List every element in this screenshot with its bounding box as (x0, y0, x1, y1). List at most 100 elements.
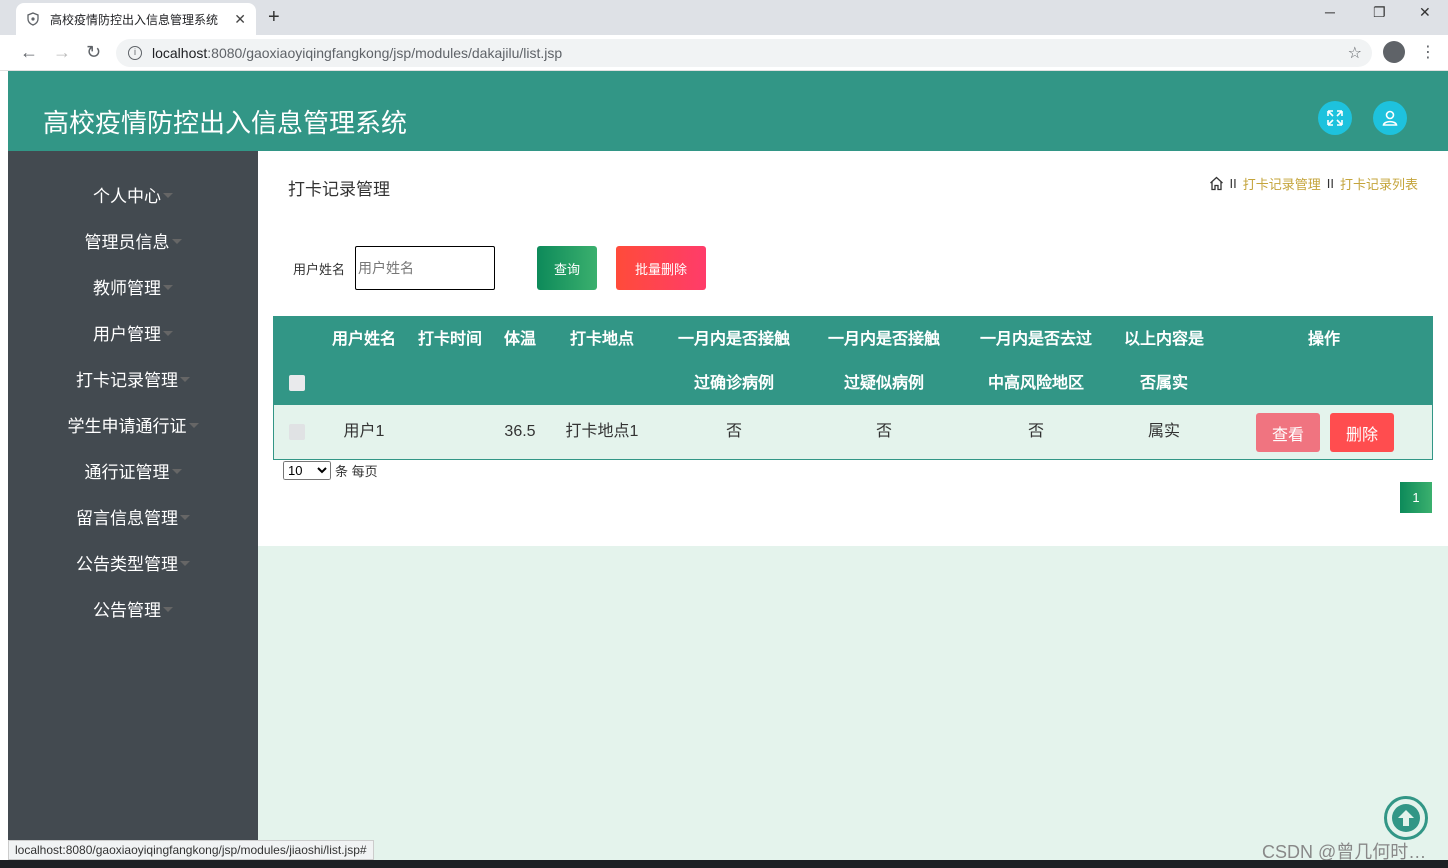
sidebar-item-user-management[interactable]: 用户管理 (8, 317, 258, 347)
header-truthful: 以上内容是 否属实 (1123, 329, 1204, 392)
header-user-name: 用户姓名 (331, 329, 396, 348)
select-all-checkbox[interactable] (289, 375, 305, 391)
header-location: 打卡地点 (569, 329, 634, 348)
sidebar-item-teacher-management[interactable]: 教师管理 (8, 271, 258, 301)
breadcrumb-separator: II (1326, 176, 1334, 191)
caret-down-icon (180, 376, 190, 382)
header-checkin-time: 打卡时间 (417, 329, 482, 348)
sidebar-item-personal-center[interactable]: 个人中心 (8, 179, 258, 209)
sidebar-item-notice-management[interactable]: 公告管理 (8, 593, 258, 623)
sidebar-item-checkin-records[interactable]: 打卡记录管理 (8, 363, 258, 393)
search-label: 用户姓名 (293, 262, 346, 277)
browser-menu-icon[interactable]: ⋮ (1420, 42, 1436, 62)
close-window-icon[interactable]: ✕ (1419, 4, 1431, 21)
sidebar-item-label: 公告管理 (93, 600, 161, 620)
forward-icon[interactable]: → (53, 42, 71, 63)
checkin-records-table: 用户姓名 打卡时间 体温 打卡地点 一月内是否接触 过确诊病例 一月内是否接触 过疑… (273, 316, 1433, 460)
address-bar[interactable]: i localhost:8080/gaoxiaoyiqingfangkong/j… (116, 39, 1372, 67)
cell-user-name: 用户1 (343, 423, 385, 440)
cell-risk-area: 否 (1027, 423, 1044, 440)
page-number-button[interactable]: 1 (1400, 482, 1432, 513)
app-title: 高校疫情防控出入信息管理系统 (43, 108, 408, 138)
back-to-top-button[interactable] (1384, 796, 1428, 840)
breadcrumb-separator: II (1229, 176, 1237, 191)
profile-avatar-icon[interactable] (1383, 41, 1405, 63)
header-contact-confirmed: 一月内是否接触 过确诊病例 (677, 329, 790, 392)
cell-contact-suspected: 否 (875, 423, 892, 440)
new-tab-icon[interactable]: + (268, 6, 280, 29)
url-path: :8080/gaoxiaoyiqingfangkong/jsp/modules/… (207, 45, 563, 61)
sidebar-item-message-management[interactable]: 留言信息管理 (8, 501, 258, 531)
table-row: 用户1 36.5 打卡地点1 否 否 否 属实 查看 删除 (274, 405, 1432, 459)
tab-title: 高校疫情防控出入信息管理系统 (50, 12, 219, 27)
sidebar-item-label: 通行证管理 (84, 462, 170, 482)
caret-down-icon (180, 560, 190, 566)
sidebar-item-notice-type-management[interactable]: 公告类型管理 (8, 547, 258, 577)
sidebar-item-label: 用户管理 (93, 324, 161, 344)
caret-down-icon (171, 468, 182, 474)
caret-down-icon (180, 514, 190, 520)
sidebar: 个人中心 管理员信息 教师管理 用户管理 打卡记录管理 学生申请通行证 通行证管… (8, 151, 258, 868)
caret-down-icon (163, 606, 173, 612)
caret-down-icon (163, 192, 173, 198)
breadcrumb: II 打卡记录管理 II 打卡记录列表 (1209, 174, 1418, 193)
sidebar-item-label: 打卡记录管理 (76, 370, 178, 390)
header-actions: 操作 (1307, 329, 1340, 348)
query-button[interactable]: 查询 (537, 246, 597, 290)
sidebar-item-student-pass-application[interactable]: 学生申请通行证 (8, 409, 258, 439)
page-size-select[interactable]: 10 (283, 461, 331, 480)
bookmark-star-icon[interactable]: ☆ (1348, 43, 1362, 63)
browser-tab-bar: 高校疫情防控出入信息管理系统 ✕ + ─ ❐ ✕ (0, 0, 1448, 35)
home-icon[interactable] (1209, 176, 1224, 191)
user-menu-button[interactable] (1373, 101, 1407, 135)
page-size-suffix: 条 每页 (335, 464, 378, 479)
url-host: localhost (152, 45, 208, 61)
breadcrumb-item[interactable]: 打卡记录列表 (1340, 174, 1418, 193)
cell-contact-confirmed: 否 (725, 423, 742, 440)
page-size-control: 10 条 每页 (283, 461, 378, 480)
browser-toolbar: ← → ↻ i localhost:8080/gaoxiaoyiqingfang… (0, 35, 1448, 71)
tab-close-icon[interactable]: ✕ (234, 11, 246, 28)
status-bar-url: localhost:8080/gaoxiaoyiqingfangkong/jsp… (8, 840, 374, 860)
view-button[interactable]: 查看 (1256, 413, 1320, 452)
cell-location: 打卡地点1 (565, 423, 639, 440)
cell-truthful: 属实 (1147, 423, 1180, 440)
table-header: 用户姓名 打卡时间 体温 打卡地点 一月内是否接触 过确诊病例 一月内是否接触 过疑… (274, 317, 1432, 405)
username-search-input[interactable] (355, 246, 495, 290)
cell-temperature: 36.5 (504, 423, 536, 440)
delete-button[interactable]: 删除 (1330, 413, 1394, 452)
caret-down-icon (163, 284, 173, 290)
fullscreen-button[interactable] (1318, 101, 1352, 135)
sidebar-item-label: 学生申请通行证 (67, 416, 187, 436)
batch-delete-button[interactable]: 批量删除 (616, 246, 706, 290)
sidebar-item-label: 教师管理 (93, 278, 161, 298)
caret-down-icon (163, 330, 173, 336)
shield-icon (27, 12, 39, 26)
app-header: 高校疫情防控出入信息管理系统 (8, 71, 1448, 151)
caret-down-icon (171, 238, 182, 244)
info-icon[interactable]: i (128, 46, 142, 60)
restore-icon[interactable]: ❐ (1373, 4, 1386, 21)
header-temperature: 体温 (503, 329, 536, 348)
header-contact-suspected: 一月内是否接触 过疑似病例 (827, 329, 940, 392)
reload-icon[interactable]: ↻ (86, 42, 101, 63)
sidebar-item-pass-management[interactable]: 通行证管理 (8, 455, 258, 485)
sidebar-item-label: 个人中心 (93, 186, 161, 206)
sidebar-item-label: 管理员信息 (84, 232, 170, 252)
user-icon (1382, 110, 1398, 126)
page-title: 打卡记录管理 (288, 180, 390, 199)
minimize-icon[interactable]: ─ (1325, 4, 1335, 20)
taskbar (0, 860, 1448, 868)
cell-checkin-time (412, 405, 488, 459)
sidebar-item-label: 留言信息管理 (76, 508, 178, 528)
row-checkbox[interactable] (289, 424, 305, 440)
sidebar-item-admin-info[interactable]: 管理员信息 (8, 225, 258, 255)
back-icon[interactable]: ← (20, 42, 38, 63)
header-risk-area: 一月内是否去过 中高风险地区 (979, 329, 1092, 392)
breadcrumb-item[interactable]: 打卡记录管理 (1243, 174, 1321, 193)
main-panel: 打卡记录管理 II 打卡记录管理 II 打卡记录列表 用户姓名 查询 批量删除 … (258, 151, 1448, 546)
browser-tab[interactable]: 高校疫情防控出入信息管理系统 ✕ (16, 3, 256, 35)
arrow-up-icon (1392, 804, 1420, 832)
caret-down-icon (188, 422, 199, 428)
expand-icon (1327, 110, 1343, 126)
